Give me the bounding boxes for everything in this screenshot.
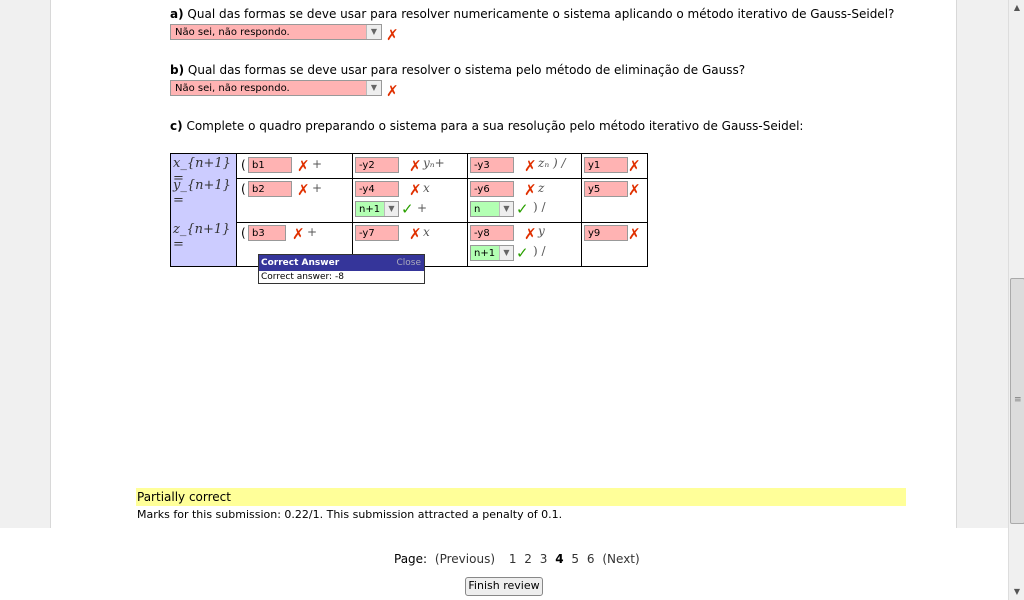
x-term: x — [423, 181, 430, 195]
current-page: 4 — [555, 552, 564, 566]
y3-input[interactable]: -y3 — [470, 157, 514, 173]
page-link-3[interactable]: 3 — [540, 552, 548, 566]
y-next-label: y_{n+1} = — [173, 178, 231, 208]
scroll-down-icon[interactable]: ▼ — [1009, 584, 1024, 600]
close-paren-divide: ) / — [533, 200, 546, 214]
iteration-select[interactable]: n+1 ▼ — [470, 245, 514, 261]
next-link[interactable]: (Next) — [602, 552, 639, 566]
incorrect-icon: ✗ — [297, 157, 310, 175]
answer-a-select[interactable]: Não sei, não respondo. ▼ — [170, 24, 382, 40]
page-link-5[interactable]: 5 — [571, 552, 579, 566]
close-paren-divide: ) / — [533, 244, 546, 258]
incorrect-icon: ✗ — [292, 225, 305, 243]
y9-input[interactable]: y9 — [584, 225, 628, 241]
chevron-down-icon: ▼ — [366, 25, 381, 39]
y5-input[interactable]: y5 — [584, 181, 628, 197]
incorrect-icon: ✗ — [409, 225, 422, 243]
scroll-thumb[interactable]: ≡ — [1010, 278, 1024, 524]
z-term: z — [538, 181, 545, 195]
page-link-2[interactable]: 2 — [524, 552, 532, 566]
iteration-select[interactable]: n ▼ — [470, 201, 514, 217]
y1-input[interactable]: y1 — [584, 157, 628, 173]
y7-input[interactable]: -y7 — [355, 225, 399, 241]
plus-sign: + — [312, 181, 323, 195]
b1-input[interactable]: b1 — [248, 157, 292, 173]
incorrect-icon: ✗ — [628, 157, 641, 175]
open-paren: ( — [241, 226, 246, 240]
popup-header: Correct Answer Close — [259, 255, 424, 271]
plus-sign: + — [312, 157, 323, 171]
page-link-6[interactable]: 6 — [587, 552, 595, 566]
y8-input[interactable]: -y8 — [470, 225, 514, 241]
correct-icon: ✓ — [516, 244, 529, 262]
incorrect-icon: ✗ — [386, 82, 399, 100]
open-paren: ( — [241, 158, 246, 172]
y6-input[interactable]: -y6 — [470, 181, 514, 197]
y-n-term: yₙ+ — [423, 156, 445, 170]
correct-answer-popup: Correct Answer Close Correct answer: -8 — [258, 254, 425, 284]
popup-body: Correct answer: -8 — [261, 272, 344, 282]
marks-text: Marks for this submission: 0.22/1. This … — [137, 508, 563, 521]
chevron-down-icon: ▼ — [366, 81, 381, 95]
incorrect-icon: ✗ — [628, 225, 641, 243]
lhs-column: x_{n+1} = y_{n+1} = z_{n+1} = — [171, 154, 237, 266]
popup-close-link[interactable]: Close — [396, 255, 421, 271]
b3-input[interactable]: b3 — [248, 225, 286, 241]
pagination: Page: (Previous) 1 2 3 4 5 6 (Next) — [394, 552, 640, 566]
correct-icon: ✓ — [516, 200, 529, 218]
page-label: Page: — [394, 552, 428, 566]
answer-b-select[interactable]: Não sei, não respondo. ▼ — [170, 80, 382, 96]
chevron-down-icon: ▼ — [499, 246, 513, 260]
question-b: b) Qual das formas se deve usar para res… — [170, 63, 746, 77]
incorrect-icon: ✗ — [524, 225, 537, 243]
incorrect-icon: ✗ — [524, 157, 537, 175]
x-term: x — [423, 225, 430, 239]
scroll-up-icon[interactable]: ▲ — [1009, 0, 1024, 16]
status-banner: Partially correct — [136, 488, 906, 506]
incorrect-icon: ✗ — [409, 157, 422, 175]
incorrect-icon: ✗ — [409, 181, 422, 199]
incorrect-icon: ✗ — [524, 181, 537, 199]
gauss-seidel-table: x_{n+1} = y_{n+1} = z_{n+1} = ( b1 ✗ + -… — [170, 153, 648, 267]
y-term: y — [538, 224, 545, 238]
previous-link[interactable]: (Previous) — [435, 552, 495, 566]
iteration-select[interactable]: n+1 ▼ — [355, 201, 399, 217]
z-n-term: zₙ ) / — [538, 156, 566, 170]
incorrect-icon: ✗ — [386, 26, 399, 44]
question-c: c) Complete o quadro preparando o sistem… — [170, 119, 804, 133]
incorrect-icon: ✗ — [297, 181, 310, 199]
open-paren: ( — [241, 182, 246, 196]
z-next-label: z_{n+1} = — [173, 222, 231, 252]
correct-icon: ✓ — [401, 200, 414, 218]
finish-review-button[interactable]: Finish review — [465, 577, 543, 596]
y2-input[interactable]: -y2 — [355, 157, 399, 173]
chevron-down-icon: ▼ — [499, 202, 513, 216]
plus-sign: + — [417, 201, 428, 215]
plus-sign: + — [307, 225, 318, 239]
b2-input[interactable]: b2 — [248, 181, 292, 197]
grip-icon: ≡ — [1014, 395, 1022, 405]
chevron-down-icon: ▼ — [384, 202, 398, 216]
vertical-scrollbar[interactable]: ▲ ≡ ▼ — [1008, 0, 1024, 600]
page-link-1[interactable]: 1 — [509, 552, 517, 566]
y4-input[interactable]: -y4 — [355, 181, 399, 197]
question-a: a) Qual das formas se deve usar para res… — [170, 7, 895, 21]
incorrect-icon: ✗ — [628, 181, 641, 199]
